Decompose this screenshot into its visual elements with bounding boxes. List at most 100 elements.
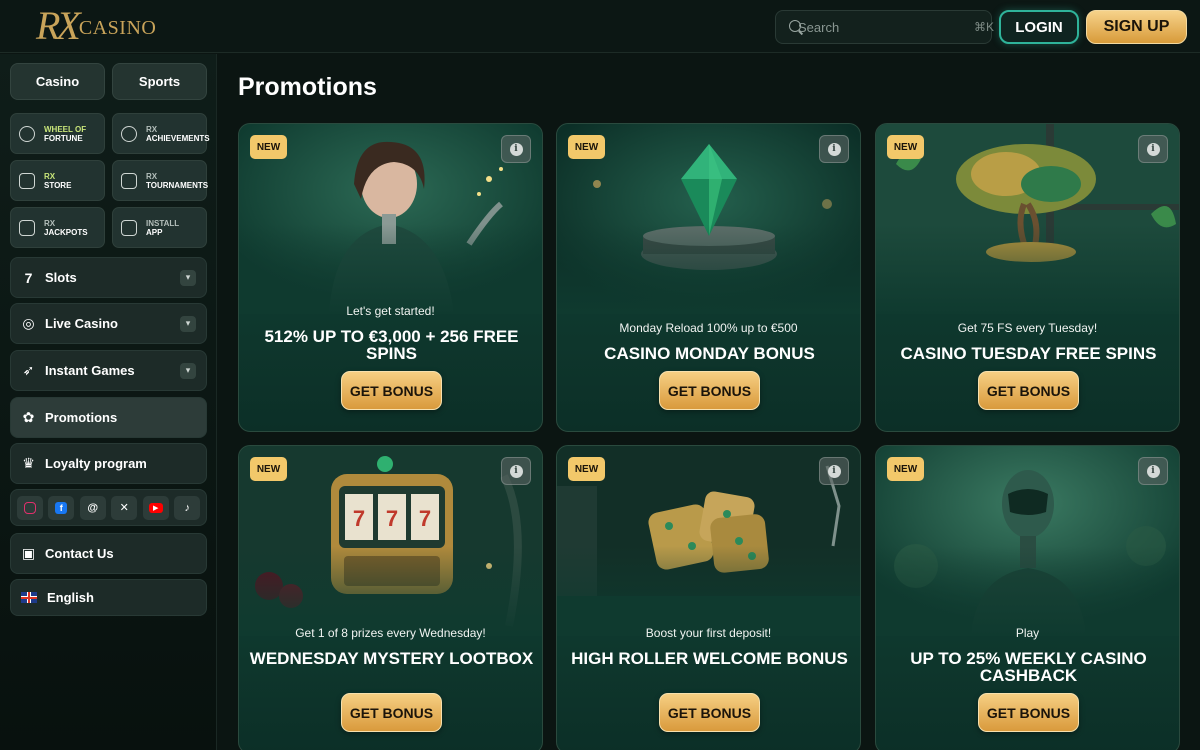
new-badge: NEW	[887, 457, 924, 481]
promo-subtitle: Let's get started!	[346, 304, 435, 318]
facebook-icon[interactable]: f	[48, 495, 75, 520]
get-bonus-button[interactable]: GET BONUS	[659, 371, 760, 410]
promo-title: 512% UP TO €3,000 + 256 FREE SPINS	[264, 327, 519, 363]
sidebar-item-live-casino[interactable]: ◎ Live Casino ▾	[10, 303, 207, 344]
logo-rx: RX	[36, 3, 81, 48]
rx-casino-logo[interactable]: RX CASINO	[36, 4, 156, 48]
sidebar-item-label: Promotions	[45, 410, 118, 425]
info-button[interactable]: i	[501, 457, 531, 485]
sidebar-item-label: Instant Games	[45, 363, 135, 378]
language-label: English	[47, 590, 94, 605]
promo-card-tuesday[interactable]: NEW i Get 75 FS every Tuesday! CASINO TU…	[875, 123, 1180, 432]
page-title: Promotions	[238, 73, 377, 101]
social-links: f @ ✕ ▶ ♪	[10, 489, 207, 526]
sidebar-item-promotions[interactable]: ✿ Promotions	[10, 397, 207, 438]
youtube-icon[interactable]: ▶	[142, 495, 169, 520]
sidebar-item-label: Loyalty program	[45, 456, 147, 471]
sidebar-item-contact-us[interactable]: ▣ Contact Us	[10, 533, 207, 574]
promo-subtitle: Play	[1015, 626, 1040, 640]
seven-icon: 7	[24, 269, 33, 286]
sidebar-item-instant-games[interactable]: ➶ Instant Games ▾	[10, 350, 207, 391]
promo-title: HIGH ROLLER WELCOME BONUS	[571, 649, 848, 668]
signup-button[interactable]: SIGN UP	[1086, 10, 1187, 44]
uk-flag-icon	[21, 592, 37, 603]
new-badge: NEW	[568, 135, 605, 159]
tile-line1: RX	[44, 171, 56, 181]
promo-card-wednesday[interactable]: 7 7 7 NEW i Get 1 of 8 prizes every Wedn…	[238, 445, 543, 750]
tile-rx-store[interactable]: RX STORE	[10, 160, 105, 201]
info-button[interactable]: i	[819, 457, 849, 485]
info-icon: i	[1146, 142, 1160, 156]
phone-icon	[121, 219, 137, 236]
promo-subtitle: Boost your first deposit!	[645, 626, 772, 640]
tiktok-icon[interactable]: ♪	[174, 495, 201, 520]
get-bonus-button[interactable]: GET BONUS	[978, 371, 1079, 410]
tile-wheel-of-fortune[interactable]: WHEEL OF FORTUNE	[10, 113, 105, 154]
chat-icon: ▣	[21, 545, 36, 561]
new-badge: NEW	[250, 457, 287, 481]
tab-sports[interactable]: Sports	[112, 63, 207, 100]
info-button[interactable]: i	[501, 135, 531, 163]
svg-text:7: 7	[353, 506, 365, 531]
new-badge: NEW	[250, 135, 287, 159]
promo-subtitle: Monday Reload 100% up to €500	[619, 321, 798, 335]
achievements-icon	[121, 125, 137, 142]
info-button[interactable]: i	[819, 135, 849, 163]
sidebar-item-label: Slots	[45, 270, 77, 285]
promo-card-welcome[interactable]: NEW i Let's get started! 512% UP TO €3,0…	[238, 123, 543, 432]
tile-line1: WHEEL OF	[44, 124, 87, 134]
promo-card-cashback[interactable]: NEW i Play UP TO 25% WEEKLY CASINO CASHB…	[875, 445, 1180, 750]
sidebar-item-slots[interactable]: 7 Slots ▾	[10, 257, 207, 298]
tile-line1: RX	[44, 218, 56, 228]
tile-line2: ACHIEVEMENTS	[146, 133, 210, 143]
info-icon: i	[509, 142, 523, 156]
get-bonus-button[interactable]: GET BONUS	[659, 693, 760, 732]
promo-title: WEDNESDAY MYSTERY LOOTBOX	[249, 649, 534, 668]
promo-card-monday[interactable]: NEW i Monday Reload 100% up to €500 CASI…	[556, 123, 861, 432]
search-input[interactable]	[798, 19, 974, 35]
tile-rx-achievements[interactable]: RX ACHIEVEMENTS	[112, 113, 210, 154]
sidebar: Casino Sports WHEEL OF FORTUNE RX ACHIEVEM…	[0, 54, 217, 750]
get-bonus-button[interactable]: GET BONUS	[341, 371, 442, 410]
chevron-down-icon[interactable]: ▾	[180, 315, 196, 332]
threads-icon[interactable]: @	[79, 495, 106, 520]
x-icon[interactable]: ✕	[111, 495, 138, 520]
logo-casino: CASINO	[78, 17, 157, 39]
promo-card-high-roller[interactable]: NEW i Boost your first deposit! HIGH ROL…	[556, 445, 861, 750]
top-header: RX CASINO ⌘K LOGIN SIGN UP	[0, 0, 1200, 53]
tile-line1: RX	[146, 124, 158, 134]
tile-line2: FORTUNE	[44, 133, 83, 143]
promo-title: UP TO 25% WEEKLY CASINO CASHBACK	[910, 649, 1147, 685]
get-bonus-button[interactable]: GET BONUS	[978, 693, 1079, 732]
sidebar-item-loyalty-program[interactable]: ♛ Loyalty program	[10, 443, 207, 484]
jackpot-icon	[19, 219, 35, 236]
new-badge: NEW	[568, 457, 605, 481]
info-icon: i	[827, 142, 841, 156]
tile-line2: STORE	[44, 180, 72, 190]
info-button[interactable]: i	[1138, 457, 1168, 485]
login-button[interactable]: LOGIN	[999, 10, 1079, 44]
instagram-icon[interactable]	[16, 495, 43, 520]
promo-title: CASINO TUESDAY FREE SPINS	[900, 344, 1157, 363]
get-bonus-button[interactable]: GET BONUS	[341, 693, 442, 732]
info-icon: i	[827, 464, 841, 478]
language-selector[interactable]: English	[10, 579, 207, 616]
info-icon: i	[1146, 464, 1160, 478]
rocket-icon: ➶	[22, 362, 35, 378]
tile-line2: APP	[146, 227, 163, 237]
tile-rx-jackpots[interactable]: RX JACKPOTS	[10, 207, 105, 248]
tab-casino[interactable]: Casino	[10, 63, 105, 100]
search-box[interactable]: ⌘K	[775, 10, 994, 44]
tile-rx-tournaments[interactable]: RX TOURNAMENTS	[112, 160, 208, 201]
chevron-down-icon[interactable]: ▾	[180, 362, 196, 379]
live-casino-icon: ◎	[22, 315, 35, 331]
tile-install-app[interactable]: INSTALL APP	[112, 207, 207, 248]
chevron-down-icon[interactable]: ▾	[180, 269, 196, 286]
tile-line1: RX	[146, 171, 158, 181]
info-button[interactable]: i	[1138, 135, 1168, 163]
tile-line2: JACKPOTS	[44, 227, 88, 237]
crown-icon: ♛	[22, 455, 35, 471]
sidebar-item-label: Contact Us	[45, 546, 114, 561]
tile-line1: INSTALL	[146, 218, 180, 228]
promotions-icon: ✿	[22, 409, 35, 425]
